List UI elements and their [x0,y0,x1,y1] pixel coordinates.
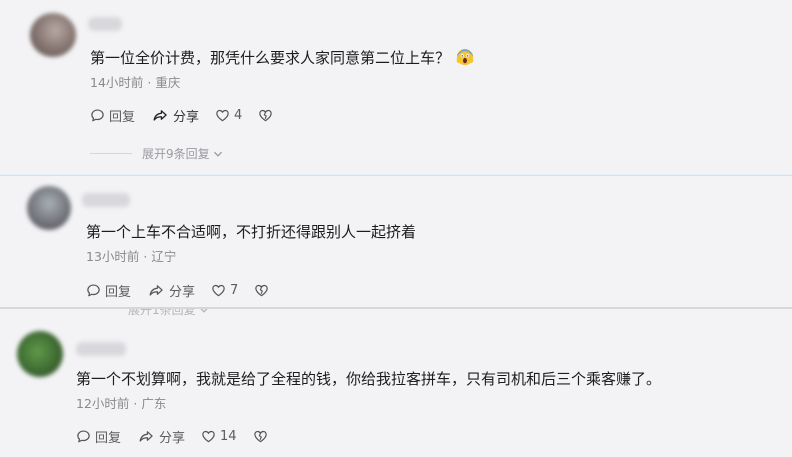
broken-heart-icon [255,284,269,297]
share-icon [153,110,167,121]
comment-icon [91,109,104,122]
comment-text: 第一个不划算啊，我就是给了全程的钱，你给我拉客拼车，只有司机和后三个乘客赚了。 [76,370,662,388]
comment-item: 第一个上车不合适啊，不打折还得跟别人一起挤着 13小时前 · 辽宁 回复 分享 7 [0,175,792,308]
chevron-down-icon [200,309,207,313]
comment-meta: 12小时前 · 广东 [76,396,167,411]
heart-icon [212,284,225,297]
share-button[interactable]: 分享 [137,427,185,446]
comment-item: 展开1条回复 第一个不划算啊，我就是给了全程的钱，你给我拉客拼车，只有司机和后三… [0,309,792,457]
comment-item: 第一位全价计费，那凭什么要求人家同意第二位上车？ 14小时前 · 重庆 回复 分享 … [0,0,792,174]
comment-location: 重庆 [155,75,181,90]
comment-meta: 14小时前 · 重庆 [90,75,181,90]
reply-label: 回复 [105,285,132,300]
username[interactable] [88,17,122,31]
like-count: 4 [234,108,243,123]
reply-button[interactable]: 回复 [76,427,121,446]
share-icon [139,431,153,442]
username[interactable] [76,342,126,356]
heart-icon [216,109,229,122]
expand-replies-button[interactable]: 展开1条回复 [128,309,209,318]
comment-actions: 回复 分享 14 [76,427,288,446]
heart-icon [202,430,215,443]
reply-button[interactable]: 回复 [90,106,135,125]
avatar[interactable] [30,13,76,57]
reply-label: 回复 [95,431,122,446]
divider-line [90,153,132,154]
username[interactable] [82,193,130,207]
share-label: 分享 [159,431,186,446]
share-label: 分享 [173,110,200,125]
comment-location: 辽宁 [151,249,177,264]
avatar[interactable] [27,186,71,230]
comment-meta: 13小时前 · 辽宁 [86,249,177,264]
share-icon [149,285,163,296]
chevron-down-icon [213,151,222,157]
expand-replies-label: 展开1条回复 [128,309,196,317]
reply-button[interactable]: 回复 [86,281,131,300]
dislike-button[interactable] [254,283,273,298]
like-button[interactable]: 7 [211,283,238,298]
reply-label: 回复 [109,110,136,125]
scream-emoji-icon [456,48,474,70]
dislike-button[interactable] [253,429,272,444]
like-button[interactable]: 14 [201,429,237,444]
dislike-button[interactable] [258,108,277,123]
comment-icon [77,430,90,443]
like-count: 7 [230,283,239,298]
comment-time: 12小时前 [76,396,130,411]
avatar[interactable] [17,331,63,377]
comment-icon [87,284,100,297]
comment-actions: 回复 分享 4 [90,106,293,125]
share-button[interactable]: 分享 [147,281,195,300]
share-button[interactable]: 分享 [151,106,199,125]
comment-time: 14小时前 [90,75,144,90]
broken-heart-icon [253,430,267,443]
comment-location: 广东 [141,396,167,411]
comment-actions: 回复 分享 7 [86,281,289,300]
broken-heart-icon [259,109,273,122]
like-count: 14 [220,429,237,444]
expand-replies-button[interactable]: 展开9条回复 [90,145,223,162]
comment-text: 第一位全价计费，那凭什么要求人家同意第二位上车？ [90,47,474,70]
like-button[interactable]: 4 [215,108,242,123]
share-label: 分享 [169,285,196,300]
expand-replies-label: 展开9条回复 [142,147,210,161]
comment-text-content: 第一位全价计费，那凭什么要求人家同意第二位上车？ [90,49,451,67]
comment-text: 第一个上车不合适啊，不打折还得跟别人一起挤着 [86,223,417,241]
comment-time: 13小时前 [86,249,140,264]
